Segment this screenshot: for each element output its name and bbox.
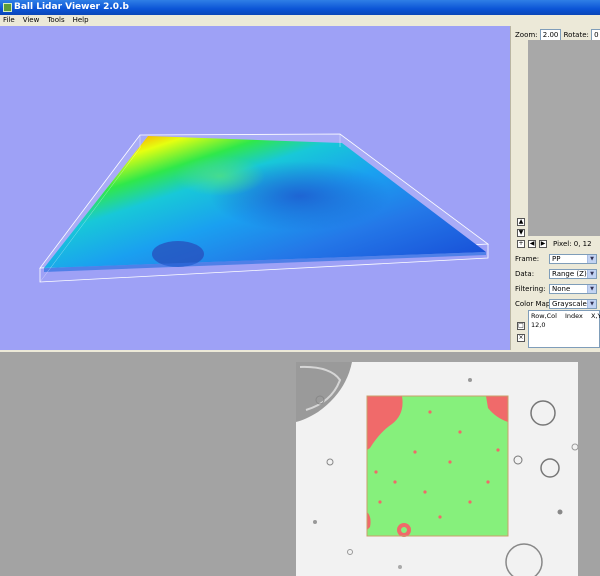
- list-item[interactable]: 12,0: [531, 321, 545, 329]
- lidar-viewer-window: Ball Lidar Viewer 2.0.b File View Tools Hel…: [0, 0, 600, 352]
- title-bar[interactable]: Ball Lidar Viewer 2.0.b: [0, 0, 600, 15]
- add-icon[interactable]: □: [517, 322, 525, 330]
- plus-icon[interactable]: +: [517, 240, 525, 248]
- rotate-label: Rotate:: [563, 31, 589, 39]
- pixel-readout: Pixel: 0, 12: [553, 240, 592, 248]
- dropdown-arrow-icon[interactable]: ▼: [587, 285, 596, 293]
- filtering-select[interactable]: None ▼: [549, 284, 597, 294]
- menu-file[interactable]: File: [0, 15, 20, 26]
- crater-mask-image: [296, 362, 579, 576]
- dropdown-arrow-icon[interactable]: ▼: [587, 300, 596, 308]
- colormap-label: Color Map:: [515, 300, 553, 308]
- filtering-label: Filtering:: [515, 285, 546, 293]
- data-value: Range (Z): [552, 270, 587, 278]
- menu-tools[interactable]: Tools: [44, 15, 69, 26]
- list-header-index[interactable]: Index: [565, 312, 583, 320]
- dropdown-arrow-icon[interactable]: ▼: [587, 270, 596, 278]
- colormap-select[interactable]: Grayscale ▼: [549, 299, 597, 309]
- list-header-xy[interactable]: X,Y: [591, 312, 600, 320]
- control-panel: Zoom: 2.00 Rotate: 0 ▲ ▼ + ◀ ▶ Pixel: 0,…: [510, 26, 600, 350]
- frame-value: PP: [552, 255, 561, 263]
- preview-area: [528, 40, 600, 236]
- remove-icon[interactable]: ×: [517, 334, 525, 342]
- list-header: Row,Col Index X,Y: [531, 312, 600, 320]
- 3d-point-cloud-viewport[interactable]: [0, 26, 510, 350]
- colormap-value: Grayscale: [552, 300, 587, 308]
- list-header-rowcol[interactable]: Row,Col: [531, 312, 557, 320]
- pixel-list[interactable]: Row,Col Index X,Y 12,0: [528, 310, 600, 348]
- frame-label: Frame:: [515, 255, 540, 263]
- zoom-label: Zoom:: [515, 31, 538, 39]
- filtering-value: None: [552, 285, 571, 293]
- menu-help[interactable]: Help: [70, 15, 94, 26]
- window-title: Ball Lidar Viewer 2.0.b: [14, 2, 129, 12]
- dropdown-arrow-icon[interactable]: ▼: [587, 255, 596, 263]
- mask-inset-area: [0, 352, 600, 576]
- point-cloud-render: [39, 133, 490, 283]
- down-arrow-icon[interactable]: ▼: [517, 229, 525, 237]
- right-arrow-icon[interactable]: ▶: [539, 240, 547, 248]
- app-icon: [3, 3, 12, 12]
- left-arrow-icon[interactable]: ◀: [528, 240, 536, 248]
- data-select[interactable]: Range (Z) ▼: [549, 269, 597, 279]
- menu-view[interactable]: View: [20, 15, 45, 26]
- data-label: Data:: [515, 270, 535, 278]
- frame-select[interactable]: PP ▼: [549, 254, 597, 264]
- up-arrow-icon[interactable]: ▲: [517, 218, 525, 226]
